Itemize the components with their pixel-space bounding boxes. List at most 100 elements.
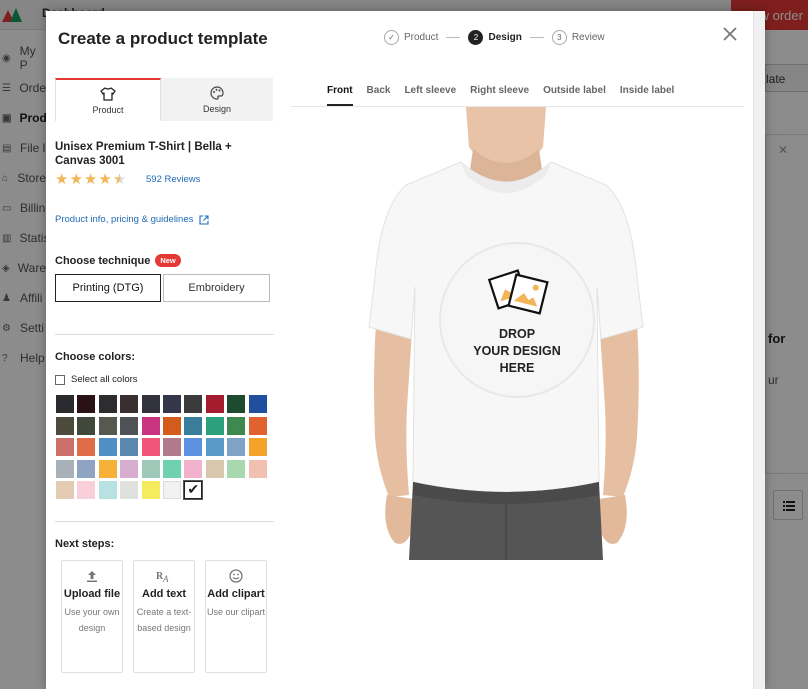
color-swatch[interactable] (98, 395, 117, 413)
modal-title: Create a product template (58, 29, 268, 48)
smile-icon (229, 569, 243, 583)
color-swatch[interactable] (141, 481, 160, 500)
color-swatch[interactable] (205, 459, 224, 478)
color-swatch[interactable] (162, 459, 181, 478)
color-swatch[interactable] (248, 395, 267, 413)
step-product[interactable]: ✓ Product (384, 29, 439, 45)
color-swatch[interactable] (184, 438, 203, 457)
step-label: Product (404, 31, 439, 43)
color-swatch[interactable] (248, 459, 267, 478)
product-info-label: Product info, pricing & guidelines (55, 214, 194, 225)
tab-product[interactable]: Product (55, 78, 161, 121)
color-swatch[interactable] (248, 416, 267, 435)
color-swatch[interactable] (77, 459, 96, 478)
svg-text:A: A (162, 574, 169, 583)
technique-label: Choose technique (55, 254, 151, 267)
next-steps-heading: Next steps: (55, 538, 115, 550)
color-swatch[interactable] (120, 395, 139, 413)
color-swatch[interactable] (227, 416, 246, 435)
half-star-icon: ★ (112, 171, 127, 188)
color-swatch[interactable] (141, 438, 160, 457)
step-review[interactable]: 3 Review (551, 29, 605, 45)
star-icon: ★ (83, 171, 98, 188)
select-all-label: Select all colors (71, 374, 138, 385)
color-swatch[interactable] (120, 459, 139, 478)
add-clipart-card[interactable]: Add clipart Use our clipart (205, 560, 267, 673)
color-swatch[interactable] (56, 416, 74, 435)
add-clipart-subtitle: Use our clipart (206, 607, 266, 617)
color-swatch[interactable] (184, 416, 203, 435)
color-swatch[interactable] (77, 395, 96, 413)
color-swatch[interactable] (184, 395, 203, 413)
upload-file-card[interactable]: Upload file Use your own design (61, 560, 123, 673)
color-swatch[interactable] (141, 416, 160, 435)
colors-heading: Choose colors: (55, 351, 136, 363)
color-swatch[interactable] (162, 395, 181, 413)
view-tab-right-sleeve[interactable]: Right sleeve (470, 79, 529, 106)
step-connector (446, 36, 461, 38)
create-template-modal: Create a product template ✓ Product 2 De… (46, 11, 765, 689)
color-swatch[interactable] (162, 416, 181, 435)
color-swatch[interactable] (56, 459, 74, 478)
star-icon: ★ (55, 171, 69, 188)
modal-scrollbar[interactable] (753, 11, 765, 689)
step-label: Review (571, 31, 605, 43)
color-swatch[interactable] (98, 481, 117, 500)
color-swatch[interactable] (205, 416, 224, 435)
tab-design[interactable]: Design (161, 78, 273, 121)
color-swatch[interactable] (227, 395, 246, 413)
view-tab-left-sleeve[interactable]: Left sleeve (404, 79, 456, 106)
star-icon: ★ (98, 171, 112, 188)
embroidery-button[interactable]: Embroidery (163, 274, 270, 302)
star-icon: ★ (69, 171, 83, 188)
view-tab-inside-label[interactable]: Inside label (620, 79, 674, 106)
color-swatch[interactable] (141, 395, 160, 413)
select-all-checkbox[interactable] (55, 374, 65, 385)
drop-design-text: DROP YOUR DESIGN HERE (473, 327, 561, 375)
text-icon: R A (156, 571, 169, 583)
image-upload-icon (488, 269, 549, 315)
view-tab-front[interactable]: Front (327, 79, 353, 106)
color-swatch[interactable] (120, 438, 139, 457)
step-number: 2 (468, 29, 484, 45)
color-swatch[interactable] (98, 438, 117, 457)
close-icon[interactable] (721, 25, 739, 43)
view-tab-back[interactable]: Back (367, 79, 391, 106)
color-swatch[interactable] (120, 416, 139, 435)
add-text-card[interactable]: R A Add text Create a text-based design (133, 560, 195, 673)
color-swatch[interactable] (98, 416, 117, 435)
color-swatch[interactable] (120, 481, 139, 500)
panel-tabs: Product Design (55, 78, 273, 121)
reviews-link[interactable]: 592 Reviews (146, 174, 200, 185)
add-clipart-title: Add clipart (207, 588, 265, 600)
technique-options: Printing (DTG) Embroidery (55, 274, 270, 302)
view-tabs: Front Back Left sleeve Right sleeve Outs… (291, 79, 744, 107)
step-design[interactable]: 2 Design (468, 29, 522, 45)
color-swatch[interactable] (183, 480, 204, 501)
product-info-link[interactable]: Product info, pricing & guidelines (55, 214, 209, 225)
color-swatch[interactable] (227, 438, 246, 457)
color-swatches (56, 395, 276, 501)
product-name: Unisex Premium T-Shirt | Bella + Canvas … (55, 141, 232, 167)
color-swatch[interactable] (248, 438, 267, 457)
color-swatch[interactable] (98, 459, 117, 478)
color-swatch[interactable] (205, 438, 224, 457)
drop-design-zone[interactable]: DROP YOUR DESIGN HERE (439, 242, 595, 398)
color-swatch[interactable] (56, 438, 74, 457)
color-swatch[interactable] (77, 481, 96, 500)
color-swatch[interactable] (77, 438, 96, 457)
color-swatch[interactable] (141, 459, 160, 478)
color-swatch[interactable] (184, 459, 203, 478)
printing-dtg-button[interactable]: Printing (DTG) (55, 274, 161, 302)
palette-icon (210, 85, 224, 100)
color-swatch[interactable] (205, 395, 224, 413)
color-swatch[interactable] (227, 459, 246, 478)
view-tab-outside-label[interactable]: Outside label (543, 79, 606, 106)
divider (55, 334, 274, 335)
color-swatch[interactable] (56, 481, 74, 500)
color-swatch[interactable] (77, 416, 96, 435)
select-all-colors[interactable]: Select all colors (55, 374, 138, 385)
color-swatch[interactable] (162, 438, 181, 457)
color-swatch[interactable] (56, 395, 74, 413)
color-swatch[interactable] (162, 481, 181, 500)
